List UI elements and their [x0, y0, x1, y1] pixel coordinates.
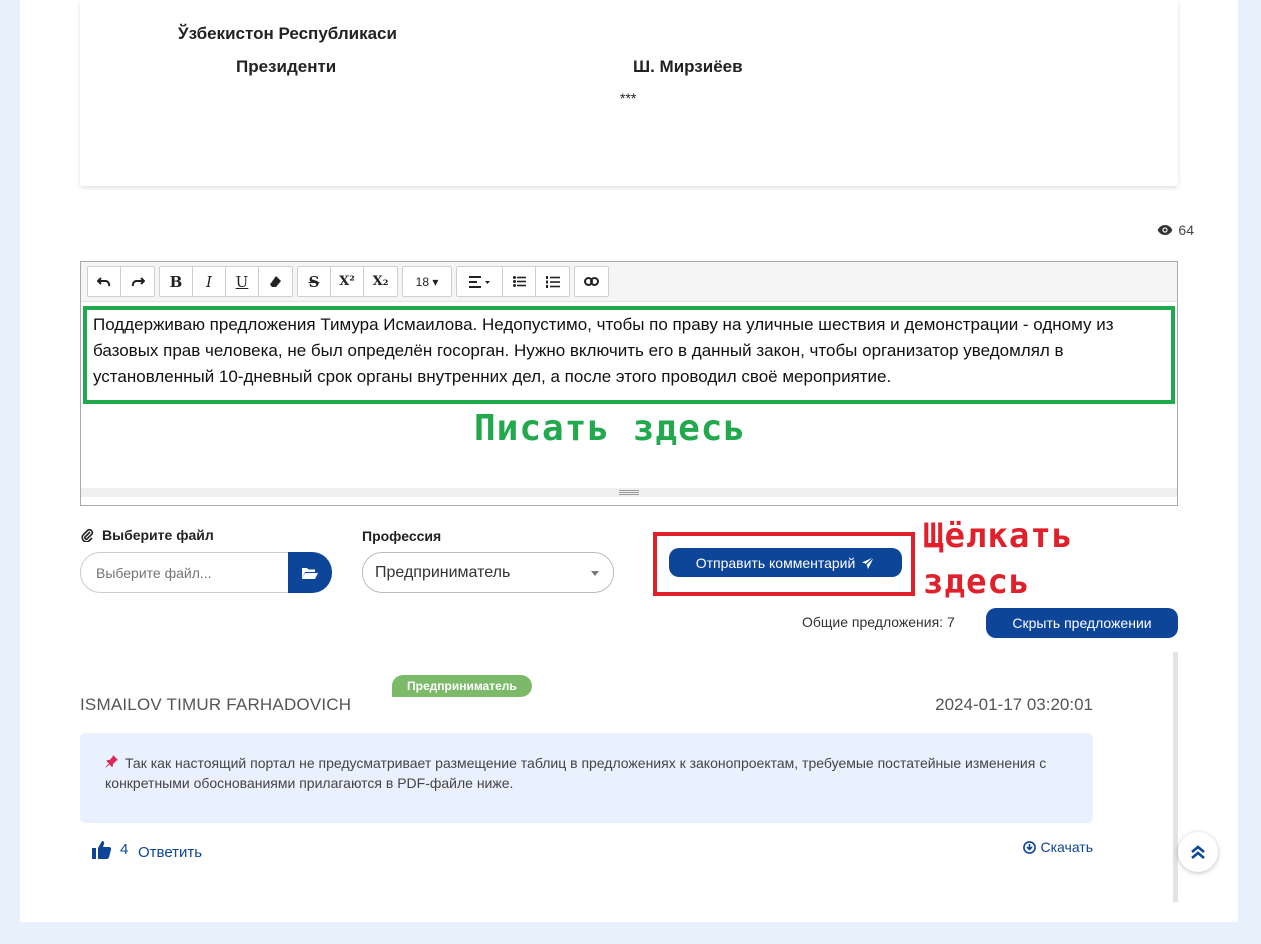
- total-proposals: Общие предложения: 7: [802, 614, 955, 630]
- profession-select[interactable]: Предприниматель: [362, 552, 614, 593]
- font-size-group: 18 ▾: [402, 266, 452, 297]
- comment-date: 2024-01-17 03:20:01: [935, 695, 1093, 714]
- comment-text: Так как настоящий портал не предусматрив…: [105, 755, 1047, 791]
- resize-handle-icon[interactable]: [619, 490, 639, 495]
- download-label: Скачать: [1040, 839, 1094, 855]
- numbered-list-button[interactable]: [536, 267, 569, 296]
- link-button[interactable]: [575, 267, 608, 296]
- undo-button[interactable]: [88, 267, 121, 296]
- hide-proposals-button[interactable]: Скрыть предложении: [986, 608, 1178, 638]
- numbered-list-icon: [545, 275, 560, 288]
- underline-button[interactable]: U: [226, 267, 259, 296]
- profession-badge: Предприниматель: [392, 675, 532, 697]
- eraser-button[interactable]: [259, 267, 292, 296]
- eye-icon: [1157, 224, 1173, 236]
- page: Ўзбекистон Республикаси Президенти Ш. Ми…: [20, 0, 1238, 922]
- folder-open-icon: [302, 567, 318, 579]
- file-browse-button[interactable]: [288, 552, 332, 593]
- editor-text[interactable]: Поддерживаю предложения Тимура Исмаилова…: [83, 306, 1175, 404]
- document-president-name: Ш. Мирзиёев: [633, 57, 743, 76]
- align-icon: [468, 275, 490, 288]
- profession-label: Профессия: [362, 528, 442, 544]
- download-link[interactable]: Скачать: [1022, 839, 1094, 855]
- strikethrough-button[interactable]: S: [298, 267, 331, 296]
- thumbs-up-icon: [92, 841, 112, 859]
- script-group: S X² X₂: [297, 266, 398, 297]
- paper-plane-icon: [862, 556, 875, 569]
- font-size-dropdown[interactable]: 18 ▾: [403, 267, 451, 296]
- align-dropdown[interactable]: [457, 267, 503, 296]
- document-card: Ўзбекистон Республикаси Президенти Ш. Ми…: [80, 0, 1178, 186]
- editor-toolbar: B I U S X² X₂ 18 ▾: [81, 262, 1177, 302]
- reply-link[interactable]: Ответить: [138, 844, 202, 861]
- send-comment-label: Отправить комментарий: [695, 554, 856, 571]
- undo-icon: [97, 276, 111, 286]
- document-stars: ***: [620, 90, 637, 106]
- scroll-to-top-button[interactable]: [1178, 832, 1218, 872]
- pushpin-icon: [105, 753, 119, 773]
- file-input[interactable]: [80, 552, 290, 593]
- write-here-hint: Писать здесь: [474, 408, 747, 449]
- bullet-list-button[interactable]: [503, 267, 536, 296]
- views-counter: 64: [1157, 222, 1194, 238]
- superscript-button[interactable]: X²: [331, 267, 364, 296]
- paperclip-icon: [81, 528, 94, 542]
- link-group: [574, 266, 609, 297]
- document-president-label: Президенти: [236, 57, 337, 76]
- eraser-icon: [270, 276, 281, 287]
- bold-button[interactable]: B: [160, 267, 193, 296]
- click-here-hint-line2: здесь: [923, 562, 1031, 602]
- double-chevron-up-icon: [1191, 845, 1205, 859]
- click-here-hint-line1: Щёлкать: [923, 516, 1074, 556]
- profession-value: Предприниматель: [375, 563, 511, 581]
- editor-resize-bar[interactable]: [81, 488, 1177, 497]
- comments-scrollbar[interactable]: [1173, 652, 1178, 902]
- comment-body: Так как настоящий портал не предусматрив…: [80, 733, 1093, 823]
- comment-editor: B I U S X² X₂ 18 ▾ Поддерживаю предложен…: [80, 261, 1178, 506]
- italic-button[interactable]: I: [193, 267, 226, 296]
- likes-count: 4: [120, 841, 129, 858]
- document-country: Ўзбекистон Республикаси: [178, 24, 397, 43]
- comment-author: ISMAILOV TIMUR FARHADOVICH: [80, 695, 352, 714]
- link-icon: [584, 277, 599, 286]
- bullets-icon: [512, 276, 526, 287]
- file-label: Выберите файл: [80, 527, 214, 543]
- history-group: [87, 266, 155, 297]
- format-group: B I U: [159, 266, 293, 297]
- send-comment-button[interactable]: Отправить комментарий: [669, 548, 902, 577]
- editor-content-area[interactable]: Поддерживаю предложения Тимура Исмаилова…: [81, 302, 1177, 497]
- redo-icon: [131, 276, 145, 286]
- file-label-text: Выберите файл: [102, 527, 214, 543]
- paragraph-group: [456, 266, 570, 297]
- download-circle-icon: [1022, 840, 1036, 854]
- like-button[interactable]: 4: [92, 840, 128, 859]
- subscript-button[interactable]: X₂: [364, 267, 397, 296]
- views-count: 64: [1178, 222, 1194, 238]
- redo-button[interactable]: [121, 267, 154, 296]
- caret-down-icon: [591, 571, 599, 576]
